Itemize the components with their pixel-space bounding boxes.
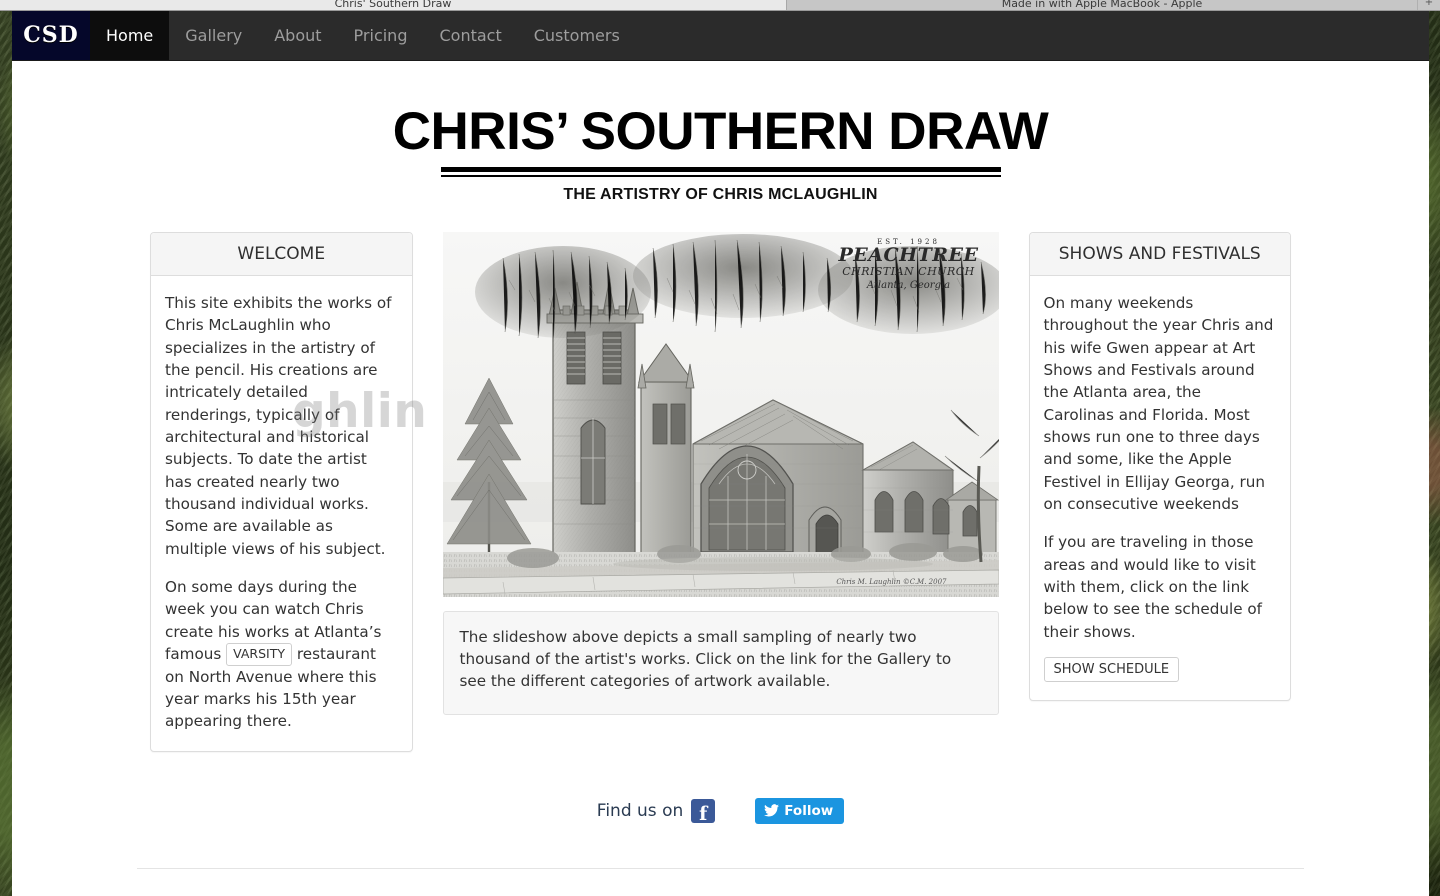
slideshow-caption: The slideshow above depicts a small samp… xyxy=(442,611,999,716)
artwork-signature: Chris M. Laughlin ©C.M. 2007 xyxy=(836,577,947,586)
welcome-panel: WELCOME This site exhibits the works of … xyxy=(150,232,413,752)
twitter-bird-icon xyxy=(764,804,780,817)
facebook-link[interactable]: Find us on f xyxy=(596,798,716,825)
varsity-button[interactable]: VARSITY xyxy=(226,643,292,666)
title-underline-rules xyxy=(440,167,1001,177)
nav-item-customers[interactable]: Customers xyxy=(518,10,636,60)
new-tab-button[interactable]: + xyxy=(1417,0,1440,10)
page-subtitle: THE ARTISTRY OF CHRIS MCLAUGHLIN xyxy=(563,186,878,203)
browser-tab-title: Made in with Apple MacBook - Apple xyxy=(1001,0,1203,10)
artwork-title-line1: PEACHTREE xyxy=(838,244,979,266)
shows-panel-heading: SHOWS AND FESTIVALS xyxy=(1029,233,1290,276)
nav-item-gallery[interactable]: Gallery xyxy=(169,10,258,60)
facebook-label: Find us on xyxy=(596,800,684,821)
shows-panel-body: On many weekends throughout the year Chr… xyxy=(1030,276,1291,700)
nav-item-home[interactable]: Home xyxy=(90,10,170,60)
welcome-paragraph-1: This site exhibits the works of Chris Mc… xyxy=(165,294,392,558)
rule-thick xyxy=(440,167,1001,172)
browser-tab-strip: Chris' Southern Draw Made in with Apple … xyxy=(0,0,1440,11)
site-header: CHRIS’ SOUTHERN DRAW THE ARTISTRY OF CHR… xyxy=(12,61,1429,204)
slideshow-image[interactable]: EST. 1928 PEACHTREE CHRISTIAN CHURCH Atl… xyxy=(442,232,999,597)
nav-item-pricing[interactable]: Pricing xyxy=(338,10,424,60)
main-navigation: CSD Home Gallery About Pricing Contact C… xyxy=(12,10,1429,61)
artwork-title-block: EST. 1928 PEACHTREE CHRISTIAN CHURCH Atl… xyxy=(827,238,991,304)
page-canvas: CSD Home Gallery About Pricing Contact C… xyxy=(12,10,1429,896)
browser-tab-active[interactable]: Chris' Southern Draw xyxy=(0,0,787,10)
facebook-icon-glyph: f xyxy=(699,802,708,825)
artwork-title-line3: Atlanta, Georgia xyxy=(866,279,951,291)
plus-icon: + xyxy=(1424,0,1434,8)
social-links: Find us on f Follow xyxy=(12,797,1429,825)
welcome-panel-body: This site exhibits the works of Chris Mc… xyxy=(151,276,412,751)
nav-item-about[interactable]: About xyxy=(258,10,337,60)
shows-and-festivals-panel: SHOWS AND FESTIVALS On many weekends thr… xyxy=(1028,232,1291,702)
twitter-follow-label: Follow xyxy=(784,802,834,819)
show-schedule-button[interactable]: SHOW SCHEDULE xyxy=(1043,657,1180,683)
welcome-paragraph-2: On some days during the week you can wat… xyxy=(165,576,398,732)
shows-paragraph-2: If you are traveling in those areas and … xyxy=(1043,533,1263,641)
brand-logo[interactable]: CSD xyxy=(12,10,90,60)
shows-paragraph-1: On many weekends throughout the year Chr… xyxy=(1043,294,1274,514)
welcome-panel-heading: WELCOME xyxy=(151,233,412,276)
browser-tab-inactive[interactable]: Made in with Apple MacBook - Apple xyxy=(787,0,1417,10)
nav-item-contact[interactable]: Contact xyxy=(423,10,517,60)
twitter-follow-button[interactable]: Follow xyxy=(755,797,845,824)
footer-divider xyxy=(137,867,1304,869)
artwork-title-line2: CHRISTIAN CHURCH xyxy=(842,265,975,278)
browser-tab-title: Chris' Southern Draw xyxy=(334,0,452,10)
slideshow-column: EST. 1928 PEACHTREE CHRISTIAN CHURCH Atl… xyxy=(292,232,999,716)
brand-logo-text: CSD xyxy=(23,22,79,48)
facebook-icon[interactable]: f xyxy=(691,798,716,825)
rule-thin xyxy=(440,175,1001,177)
content-columns: WELCOME This site exhibits the works of … xyxy=(12,232,1429,752)
page-title: CHRIS’ SOUTHERN DRAW xyxy=(392,102,1049,161)
